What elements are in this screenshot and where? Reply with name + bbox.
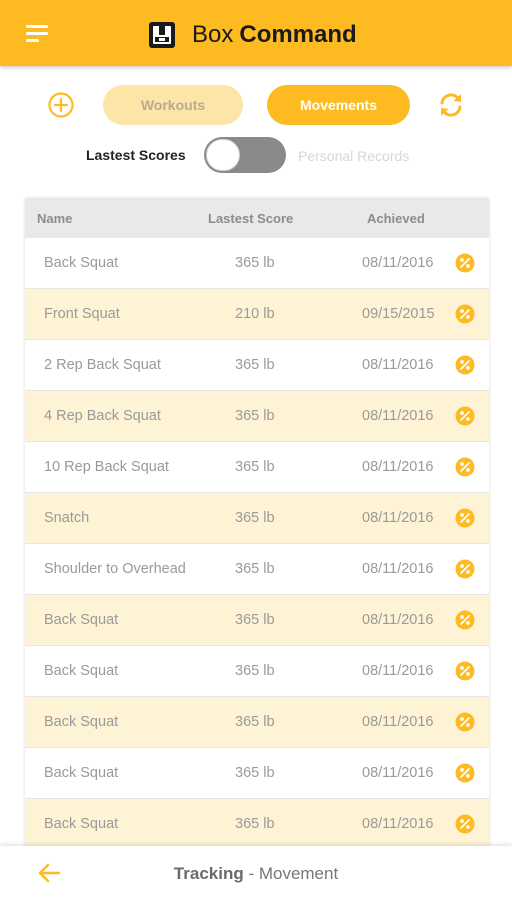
- achieved-date: 08/11/2016: [362, 561, 434, 577]
- table-row[interactable]: 2 Rep Back Squat 365 lb 08/11/2016: [25, 340, 489, 391]
- add-circle-icon[interactable]: [48, 92, 74, 118]
- app-header: Box Command: [0, 0, 512, 66]
- latest-score: 365 lb: [235, 357, 275, 373]
- achieved-date: 08/11/2016: [362, 510, 434, 526]
- bottom-bar: Tracking - Movement: [0, 846, 512, 900]
- percent-badge-icon[interactable]: [455, 355, 475, 375]
- table-row[interactable]: Back Squat 365 lb 08/11/2016: [25, 748, 489, 799]
- table-row[interactable]: Front Squat 210 lb 09/15/2015: [25, 289, 489, 340]
- footer-title-page: Movement: [258, 864, 339, 883]
- achieved-date: 08/11/2016: [362, 255, 434, 271]
- brand: Box Command: [148, 18, 357, 52]
- tab-movements[interactable]: Movements: [267, 85, 410, 125]
- latest-score: 365 lb: [235, 714, 275, 730]
- personal-records-label: Personal Records: [298, 148, 410, 164]
- column-header-name: Name: [37, 211, 73, 226]
- movement-name: Snatch: [44, 510, 90, 526]
- table-body: Back Squat 365 lb 08/11/2016 Front Squat 210…: [25, 238, 489, 850]
- footer-title-separator: -: [243, 864, 259, 883]
- achieved-date: 08/11/2016: [362, 663, 434, 679]
- table-row[interactable]: 4 Rep Back Squat 365 lb 08/11/2016: [25, 391, 489, 442]
- hamburger-menu-icon[interactable]: [26, 24, 48, 44]
- tab-workouts[interactable]: Workouts: [103, 85, 243, 125]
- box-logo-icon: [149, 22, 175, 48]
- movement-name: 4 Rep Back Squat: [44, 408, 161, 424]
- latest-score: 365 lb: [235, 561, 275, 577]
- movement-name: Back Squat: [44, 255, 119, 271]
- percent-badge-icon[interactable]: [455, 406, 475, 426]
- scores-records-toggle[interactable]: [204, 137, 286, 173]
- achieved-date: 08/11/2016: [362, 357, 434, 373]
- table-header: Name Lastest Score Achieved: [25, 198, 489, 238]
- column-header-achieved: Achieved: [367, 211, 425, 226]
- scores-table: Name Lastest Score Achieved Back Squat 36…: [25, 198, 489, 850]
- percent-badge-icon[interactable]: [455, 610, 475, 630]
- table-row[interactable]: 10 Rep Back Squat 365 lb 08/11/2016: [25, 442, 489, 493]
- percent-badge-icon[interactable]: [455, 712, 475, 732]
- table-row[interactable]: Back Squat 365 lb 08/11/2016: [25, 595, 489, 646]
- achieved-date: 09/15/2015: [362, 306, 435, 322]
- percent-badge-icon[interactable]: [455, 253, 475, 273]
- table-row[interactable]: Back Squat 365 lb 08/11/2016: [25, 697, 489, 748]
- table-row[interactable]: Back Squat 365 lb 08/11/2016: [25, 646, 489, 697]
- latest-score: 365 lb: [235, 459, 275, 475]
- brand-name-second: Command: [239, 21, 357, 48]
- latest-score: 365 lb: [235, 408, 275, 424]
- column-header-score: Lastest Score: [208, 211, 294, 226]
- toggle-knob: [206, 139, 240, 171]
- achieved-date: 08/11/2016: [362, 408, 434, 424]
- footer-title-section: Tracking: [173, 864, 244, 883]
- table-row[interactable]: Back Squat 365 lb 08/11/2016: [25, 799, 489, 850]
- movement-name: Front Squat: [44, 306, 120, 322]
- table-row[interactable]: Snatch 365 lb 08/11/2016: [25, 493, 489, 544]
- brand-name-first: Box: [192, 21, 234, 48]
- percent-badge-icon[interactable]: [455, 457, 475, 477]
- percent-badge-icon[interactable]: [455, 763, 475, 783]
- movement-name: 2 Rep Back Squat: [44, 357, 161, 373]
- table-row[interactable]: Shoulder to Overhead 365 lb 08/11/2016: [25, 544, 489, 595]
- achieved-date: 08/11/2016: [362, 714, 434, 730]
- percent-badge-icon[interactable]: [455, 304, 475, 324]
- movement-name: Back Squat: [44, 765, 119, 781]
- table-row[interactable]: Back Squat 365 lb 08/11/2016: [25, 238, 489, 289]
- footer-title: Tracking - Movement: [0, 864, 512, 884]
- percent-badge-icon[interactable]: [455, 559, 475, 579]
- movement-name: 10 Rep Back Squat: [44, 459, 169, 475]
- movement-name: Back Squat: [44, 612, 119, 628]
- latest-score: 365 lb: [235, 816, 275, 832]
- movement-name: Shoulder to Overhead: [44, 561, 186, 577]
- latest-score: 365 lb: [235, 255, 275, 271]
- latest-score: 365 lb: [235, 663, 275, 679]
- percent-badge-icon[interactable]: [455, 508, 475, 528]
- latest-score: 365 lb: [235, 510, 275, 526]
- percent-badge-icon[interactable]: [455, 661, 475, 681]
- achieved-date: 08/11/2016: [362, 816, 434, 832]
- achieved-date: 08/11/2016: [362, 612, 434, 628]
- movement-name: Back Squat: [44, 663, 119, 679]
- latest-score: 365 lb: [235, 612, 275, 628]
- movement-name: Back Squat: [44, 714, 119, 730]
- latest-score: 365 lb: [235, 765, 275, 781]
- percent-badge-icon[interactable]: [455, 814, 475, 834]
- refresh-icon[interactable]: [436, 90, 466, 120]
- movement-name: Back Squat: [44, 816, 119, 832]
- achieved-date: 08/11/2016: [362, 765, 434, 781]
- latest-score: 210 lb: [235, 306, 275, 322]
- latest-scores-label: Lastest Scores: [86, 147, 186, 163]
- achieved-date: 08/11/2016: [362, 459, 434, 475]
